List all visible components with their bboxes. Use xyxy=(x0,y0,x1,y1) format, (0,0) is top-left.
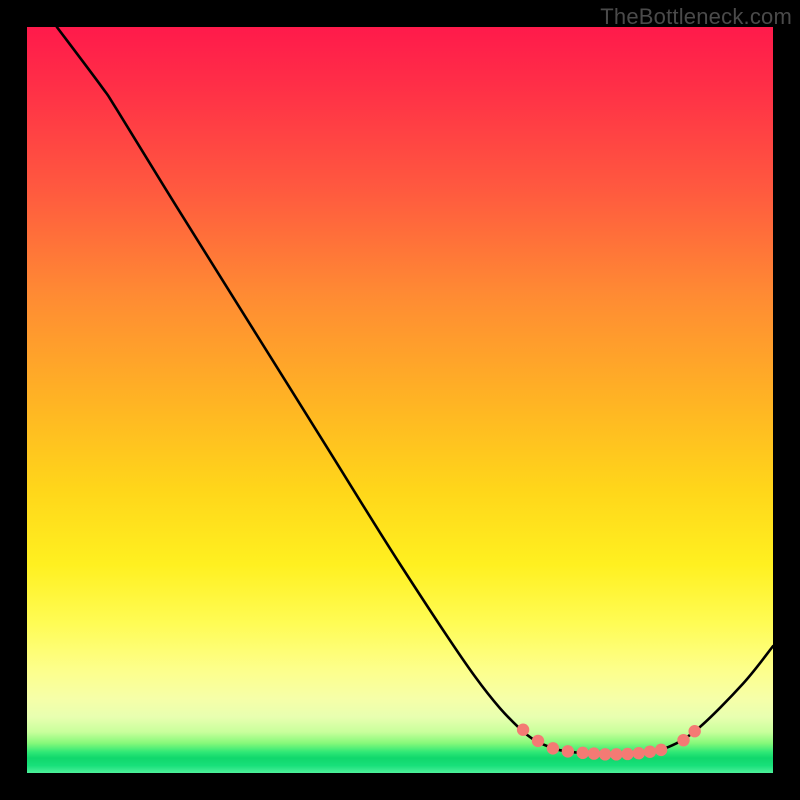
curve-marker xyxy=(610,748,622,760)
chart-frame: TheBottleneck.com xyxy=(0,0,800,800)
curve-marker xyxy=(588,747,600,759)
curve-marker xyxy=(532,735,544,747)
watermark-text: TheBottleneck.com xyxy=(600,4,792,30)
curve-marker xyxy=(599,748,611,760)
bottleneck-curve xyxy=(57,27,773,754)
curve-marker xyxy=(562,745,574,757)
curve-marker xyxy=(621,748,633,760)
plot-area xyxy=(27,27,773,773)
curve-marker xyxy=(688,725,700,737)
curve-marker xyxy=(655,744,667,756)
curve-marker xyxy=(677,734,689,746)
curve-marker xyxy=(517,724,529,736)
curve-marker xyxy=(644,746,656,758)
curve-markers xyxy=(517,724,701,761)
chart-svg xyxy=(27,27,773,773)
curve-marker xyxy=(577,747,589,759)
curve-group xyxy=(57,27,773,754)
curve-marker xyxy=(633,747,645,759)
curve-marker xyxy=(547,742,559,754)
